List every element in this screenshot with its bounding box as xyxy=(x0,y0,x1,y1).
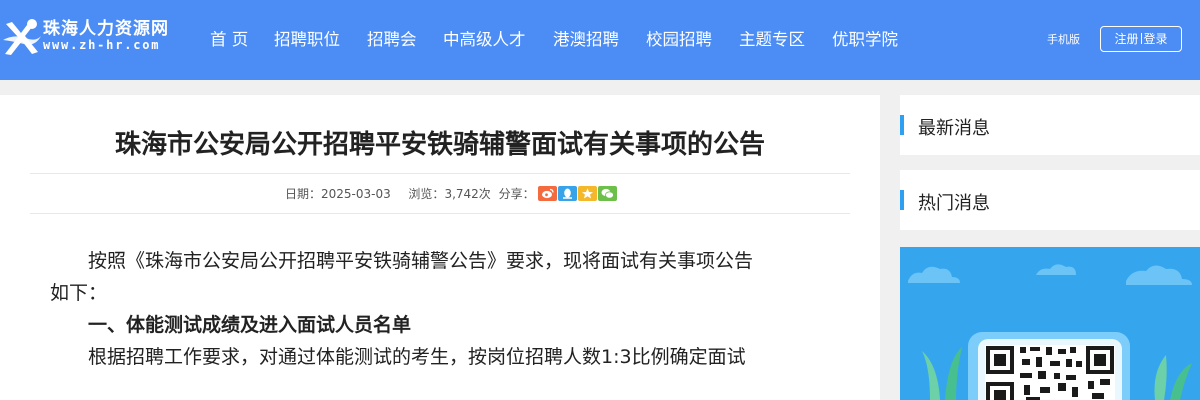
nav-campus-jobs[interactable]: 校园招聘 xyxy=(646,26,712,50)
paragraph-line: 如下： xyxy=(50,282,108,304)
logo-name: 珠海人力资源网 xyxy=(43,19,169,39)
mobile-version-link[interactable]: 手机版 xyxy=(1047,31,1080,47)
register-login-button[interactable]: 注册 登录 xyxy=(1100,26,1182,52)
app-promo-banner[interactable] xyxy=(900,247,1200,400)
nav-academy[interactable]: 优职学院 xyxy=(832,26,898,50)
article-title: 珠海市公安局公开招聘平安铁骑辅警面试有关事项的公告 xyxy=(114,130,765,160)
paragraph-line: 根据招聘工作要求，对通过体能测试的考生，按岗位招聘人数1:3比例确定面试 xyxy=(88,346,746,368)
hot-news-box: 热门消息 xyxy=(900,170,1200,230)
logo-mark-icon xyxy=(3,19,41,55)
wechat-icon[interactable] xyxy=(598,185,618,201)
view-count: 3,742次 xyxy=(444,187,491,201)
weibo-icon[interactable] xyxy=(538,185,558,201)
paragraph-line: 按照《珠海市公安局公开招聘平安铁骑辅警公告》要求，现将面试有关事项公告 xyxy=(88,250,754,272)
top-header: 珠海人力资源网 www.zh-hr.com 首 页 招聘职位 招聘会 中高级人才… xyxy=(0,0,1200,80)
qq-icon[interactable] xyxy=(558,185,578,201)
register-link[interactable]: 注册 xyxy=(1114,32,1138,46)
accent-bar xyxy=(900,190,904,210)
qzone-icon[interactable] xyxy=(578,185,598,201)
nav-hk-macau-jobs[interactable]: 港澳招聘 xyxy=(553,26,619,50)
divider xyxy=(30,173,850,174)
nav-topics[interactable]: 主题专区 xyxy=(739,26,805,50)
article-meta: 日期：2025-03-03 浏览：3,742次 分享： xyxy=(285,185,618,201)
article-date: 2025-03-03 xyxy=(321,186,391,201)
nav-senior-talent[interactable]: 中高级人才 xyxy=(443,26,526,50)
logo-url: www.zh-hr.com xyxy=(43,38,161,52)
divider xyxy=(30,213,850,214)
nav-job-fairs[interactable]: 招聘会 xyxy=(367,26,417,50)
article-body: 按照《珠海市公安局公开招聘平安铁骑辅警公告》要求，现将面试有关事项公告 如下： … xyxy=(50,245,840,373)
date-label: 日期： xyxy=(285,187,322,201)
accent-bar xyxy=(900,115,904,135)
latest-news-title[interactable]: 最新消息 xyxy=(918,114,990,140)
nav-home[interactable]: 首 页 xyxy=(210,26,248,50)
nav-jobs[interactable]: 招聘职位 xyxy=(274,26,340,50)
article-panel: 珠海市公安局公开招聘平安铁骑辅警面试有关事项的公告 日期：2025-03-03 … xyxy=(0,95,880,400)
latest-news-box: 最新消息 xyxy=(900,95,1200,155)
share-label: 分享： xyxy=(498,187,535,201)
views-label: 浏览： xyxy=(408,187,445,201)
share-buttons xyxy=(538,185,618,202)
section-heading: 一、体能测试成绩及进入面试人员名单 xyxy=(88,314,412,336)
divider xyxy=(1140,33,1142,44)
login-link[interactable]: 登录 xyxy=(1144,32,1168,46)
site-logo[interactable]: 珠海人力资源网 www.zh-hr.com xyxy=(0,12,200,60)
promo-illustration xyxy=(908,264,1192,400)
hot-news-title[interactable]: 热门消息 xyxy=(918,189,990,215)
